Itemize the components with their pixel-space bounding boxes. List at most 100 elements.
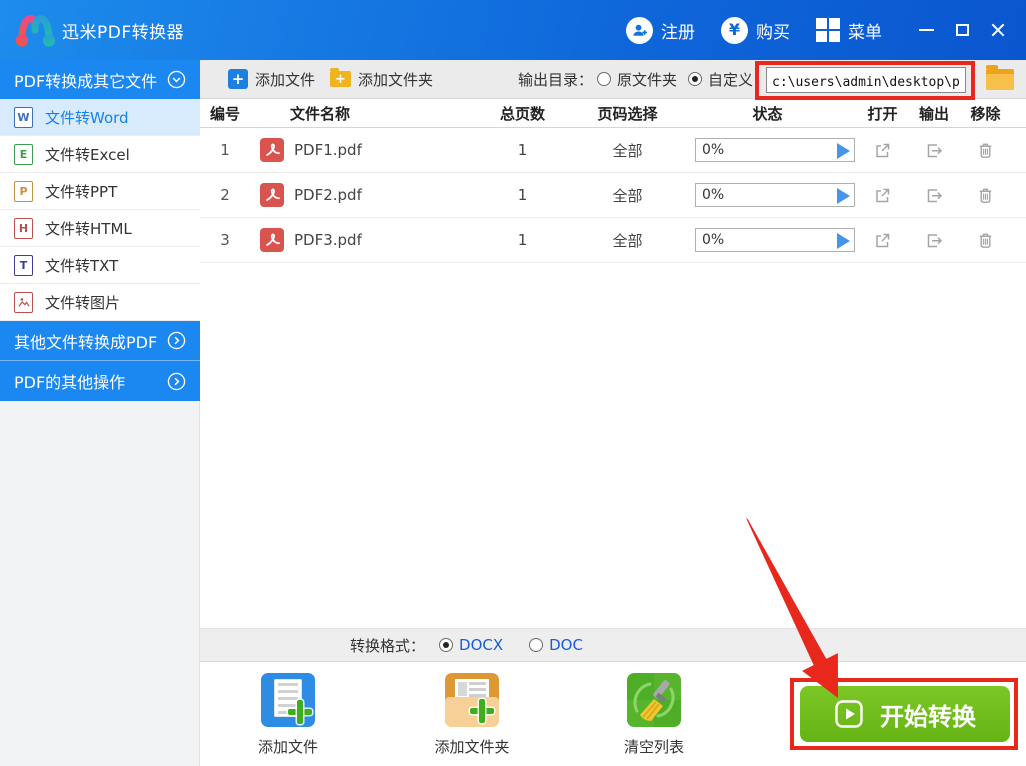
radio-custom-label: 自定义 [708, 70, 754, 89]
maximize-button[interactable] [944, 14, 980, 46]
file-name: PDF1.pdf [294, 141, 362, 159]
start-convert-button[interactable]: 开始转换 [800, 686, 1010, 742]
sidebar-section-pdf-other-ops[interactable]: PDF的其他操作 [0, 361, 200, 401]
delete-trash-icon[interactable] [976, 231, 995, 250]
delete-trash-icon[interactable] [976, 186, 995, 205]
sidebar-item-pdf-to-word[interactable]: W 文件转Word [0, 99, 200, 136]
item-label: 文件转HTML [45, 219, 132, 238]
add-folder-big-icon [445, 673, 499, 727]
menu-label: 菜单 [848, 22, 882, 43]
add-folder-big-button[interactable]: 添加文件夹 [412, 673, 532, 757]
close-button[interactable] [980, 14, 1016, 46]
sidebar-item-pdf-to-ppt[interactable]: P 文件转PPT [0, 173, 200, 210]
play-icon[interactable] [837, 188, 850, 204]
progress-value: 0% [702, 232, 725, 248]
play-icon[interactable] [837, 233, 850, 249]
yen-icon: ¥ [721, 16, 748, 44]
radio-original-folder[interactable]: 原文件夹 [597, 69, 677, 90]
col-remove: 移除 [970, 104, 1001, 123]
sidebar-section-other-to-pdf[interactable]: 其他文件转换成PDF [0, 321, 200, 361]
open-output-icon[interactable] [925, 141, 944, 160]
add-folder-label: 添加文件夹 [358, 70, 434, 89]
add-file-big-button[interactable]: 添加文件 [228, 673, 348, 757]
word-file-icon: W [14, 106, 33, 128]
register-button[interactable]: 注册 [626, 16, 695, 44]
radio-icon[interactable] [529, 638, 544, 652]
progress-bar: 0% [695, 138, 855, 162]
col-range: 页码选择 [597, 104, 658, 123]
page-range[interactable]: 全部 [575, 230, 680, 251]
file-table: 编号 文件名称 总页数 页码选择 状态 打开 输出 移除 1 PDF1.pdf … [200, 99, 1026, 263]
format-bar: 转换格式： DOCX DOC [200, 628, 1026, 662]
row-number: 2 [220, 186, 230, 204]
radio-original-label: 原文件夹 [617, 70, 678, 89]
add-folder-button[interactable]: + 添加文件夹 [330, 68, 434, 90]
radio-docx[interactable]: DOCX [439, 636, 503, 654]
chevron-right-circle-icon [167, 372, 186, 390]
buy-label: 购买 [756, 22, 790, 43]
radio-icon[interactable] [597, 72, 611, 86]
start-play-icon [835, 700, 863, 728]
col-output: 输出 [918, 104, 949, 123]
sidebar-items: W 文件转Word E 文件转Excel P 文件转PPT H 文件转HTML … [0, 99, 200, 321]
page-count: 1 [517, 186, 528, 204]
output-dir-label: 输出目录： [518, 70, 594, 89]
table-row: 2 PDF2.pdf 1 全部 0% [200, 173, 1026, 218]
item-label: 文件转Word [45, 108, 129, 127]
txt-file-icon: T [14, 254, 33, 276]
minimize-icon [918, 29, 934, 31]
delete-trash-icon[interactable] [976, 141, 995, 160]
sidebar-item-pdf-to-excel[interactable]: E 文件转Excel [0, 136, 200, 173]
col-name: 文件名称 [290, 104, 351, 123]
ppt-file-icon: P [14, 180, 33, 202]
buy-button[interactable]: ¥ 购买 [721, 16, 790, 44]
chevron-down-circle-icon [167, 70, 186, 89]
pdf-file-icon [260, 183, 284, 207]
pdf-file-icon [260, 138, 284, 162]
progress-value: 0% [702, 187, 725, 203]
col-status: 状态 [752, 104, 783, 123]
sidebar-item-pdf-to-html[interactable]: H 文件转HTML [0, 210, 200, 247]
table-row: 1 PDF1.pdf 1 全部 0% [200, 128, 1026, 173]
progress-bar: 0% [695, 183, 855, 207]
add-file-big-icon [261, 673, 315, 727]
chevron-right-circle-icon [167, 331, 186, 350]
add-file-big-label: 添加文件 [257, 738, 318, 756]
sidebar-item-pdf-to-txt[interactable]: T 文件转TXT [0, 247, 200, 284]
row-number: 3 [220, 231, 230, 249]
app-title: 迅米PDF转换器 [62, 22, 185, 43]
sidebar-section-pdf-to-other[interactable]: PDF转换成其它文件 [0, 60, 200, 99]
pdf-file-icon [260, 228, 284, 252]
play-icon[interactable] [837, 143, 850, 159]
bottom-action-bar: 添加文件 添加文件夹 清空列表 开始转换 [200, 662, 1026, 766]
start-convert-label: 开始转换 [880, 702, 976, 731]
open-file-icon[interactable] [873, 186, 892, 205]
open-output-icon[interactable] [925, 186, 944, 205]
clear-list-button[interactable]: 清空列表 [594, 673, 714, 757]
radio-custom-folder[interactable]: 自定义 [688, 69, 753, 90]
minimize-button[interactable] [908, 14, 944, 46]
open-file-icon[interactable] [873, 231, 892, 250]
col-open: 打开 [867, 104, 898, 123]
browse-folder-icon[interactable] [986, 65, 1014, 90]
docx-label: DOCX [459, 636, 504, 654]
toolbar: + 添加文件 + 添加文件夹 输出目录： 原文件夹 自定义 [200, 60, 1026, 99]
add-file-button[interactable]: + 添加文件 [228, 69, 315, 90]
open-output-icon[interactable] [925, 231, 944, 250]
table-header: 编号 文件名称 总页数 页码选择 状态 打开 输出 移除 [200, 99, 1026, 128]
page-range[interactable]: 全部 [575, 185, 680, 206]
close-icon [990, 22, 1006, 38]
menu-button[interactable]: 菜单 [816, 18, 882, 43]
section-label: 其他文件转换成PDF [14, 332, 158, 352]
radio-icon[interactable] [688, 72, 702, 86]
radio-doc[interactable]: DOC [529, 636, 583, 654]
radio-icon[interactable] [439, 638, 454, 652]
excel-file-icon: E [14, 143, 33, 165]
item-label: 文件转TXT [45, 256, 119, 275]
page-range[interactable]: 全部 [575, 140, 680, 161]
app-window: 迅米PDF转换器 注册 ¥ 购买 菜单 PDF转换成其它文件 W 文件转Word… [0, 0, 1026, 766]
doc-label: DOC [549, 636, 583, 654]
open-file-icon[interactable] [873, 141, 892, 160]
output-path-input[interactable] [766, 67, 966, 93]
sidebar-item-pdf-to-image[interactable]: 文件转图片 [0, 284, 200, 321]
